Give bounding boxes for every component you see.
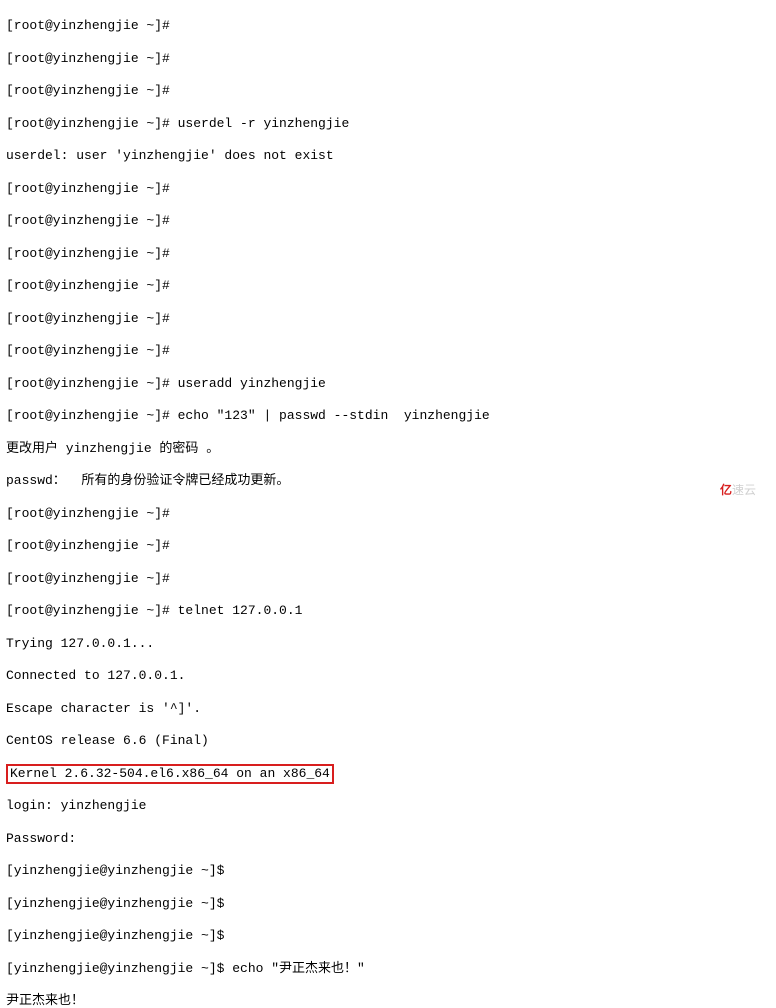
term-line: login: yinzhengjie: [6, 798, 776, 814]
watermark-logo: 亿速云: [720, 483, 756, 498]
term-line: CentOS release 6.6 (Final): [6, 733, 776, 749]
term-line: [root@yinzhengjie ~]#: [6, 83, 776, 99]
term-line: passwd： 所有的身份验证令牌已经成功更新。: [6, 473, 776, 489]
term-line: [root@yinzhengjie ~]#: [6, 246, 776, 262]
term-line: [root@yinzhengjie ~]#: [6, 343, 776, 359]
term-line: [root@yinzhengjie ~]#: [6, 181, 776, 197]
term-line: [root@yinzhengjie ~]#: [6, 506, 776, 522]
term-line: [root@yinzhengjie ~]# userdel -r yinzhen…: [6, 116, 776, 132]
term-line: [yinzhengjie@yinzhengjie ~]$: [6, 863, 776, 879]
term-line: [root@yinzhengjie ~]# telnet 127.0.0.1: [6, 603, 776, 619]
kernel-highlight-box: Kernel 2.6.32-504.el6.x86_64 on an x86_6…: [6, 764, 334, 784]
term-line: [yinzhengjie@yinzhengjie ~]$ echo "尹正杰来也…: [6, 961, 776, 977]
term-line-highlight: Kernel 2.6.32-504.el6.x86_64 on an x86_6…: [6, 766, 776, 782]
term-line: [root@yinzhengjie ~]#: [6, 51, 776, 67]
term-line: Connected to 127.0.0.1.: [6, 668, 776, 684]
term-line: 尹正杰来也！: [6, 993, 776, 1008]
term-line: [root@yinzhengjie ~]#: [6, 311, 776, 327]
term-line: [root@yinzhengjie ~]# useradd yinzhengji…: [6, 376, 776, 392]
term-line: Escape character is '^]'.: [6, 701, 776, 717]
terminal-window[interactable]: [root@yinzhengjie ~]# [root@yinzhengjie …: [0, 0, 776, 1008]
term-line: Trying 127.0.0.1...: [6, 636, 776, 652]
term-line: 更改用户 yinzhengjie 的密码 。: [6, 441, 776, 457]
term-line: Password:: [6, 831, 776, 847]
term-line: [root@yinzhengjie ~]#: [6, 18, 776, 34]
term-line: [yinzhengjie@yinzhengjie ~]$: [6, 896, 776, 912]
term-line: [root@yinzhengjie ~]#: [6, 213, 776, 229]
term-line: [root@yinzhengjie ~]#: [6, 278, 776, 294]
term-line: [root@yinzhengjie ~]# echo "123" | passw…: [6, 408, 776, 424]
term-line: [root@yinzhengjie ~]#: [6, 538, 776, 554]
term-line: userdel: user 'yinzhengjie' does not exi…: [6, 148, 776, 164]
term-line: [yinzhengjie@yinzhengjie ~]$: [6, 928, 776, 944]
term-line: [root@yinzhengjie ~]#: [6, 571, 776, 587]
